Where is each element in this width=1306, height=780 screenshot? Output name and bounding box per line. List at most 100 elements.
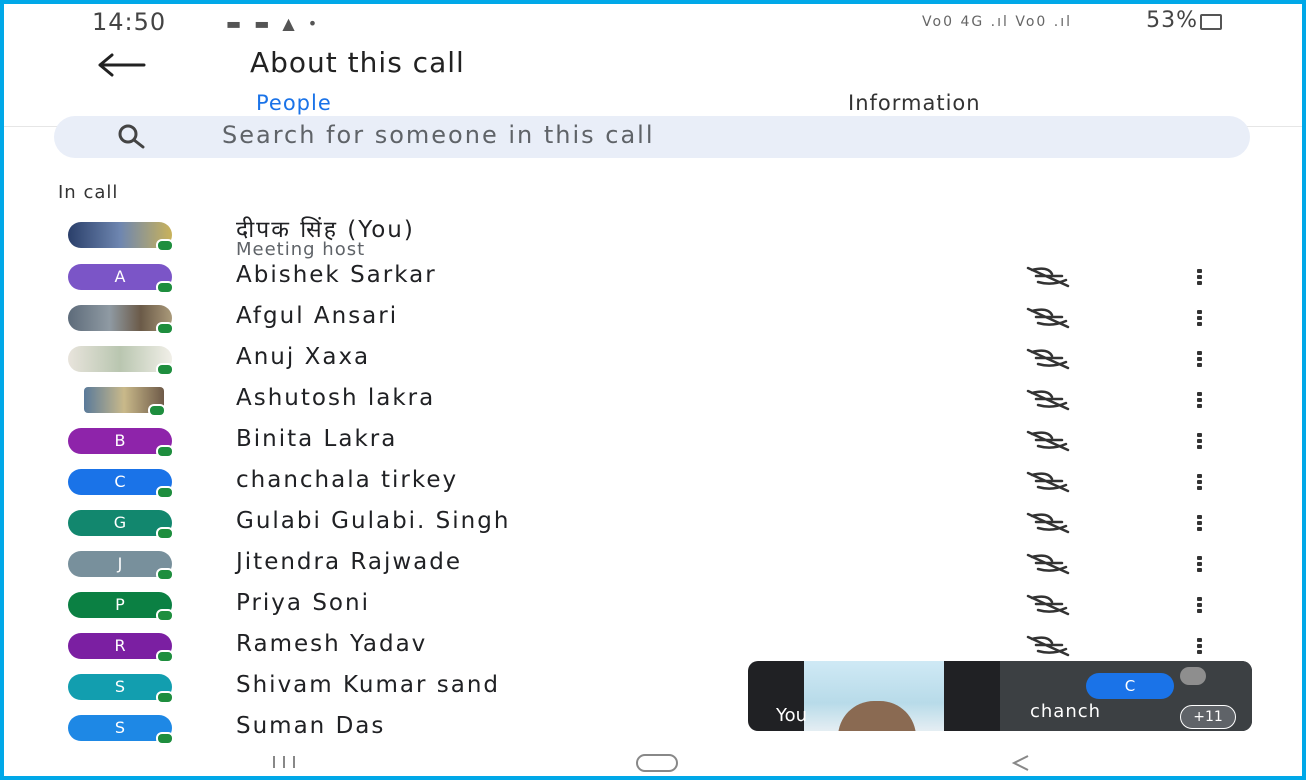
self-video-tile [804, 661, 944, 731]
avatar: G [68, 510, 174, 540]
online-indicator [156, 486, 174, 499]
mic-muted-icon[interactable] [1018, 635, 1078, 657]
online-indicator [156, 650, 174, 663]
avatar [68, 305, 174, 335]
avatar: R [68, 633, 174, 663]
avatar-initial: J [117, 554, 123, 573]
online-indicator [148, 404, 166, 417]
avatar [68, 222, 174, 252]
participant-row[interactable]: C chanchala tirkey [4, 461, 1302, 502]
avatar: C [68, 469, 174, 499]
participant-row[interactable]: R Ramesh Yadav [4, 625, 1302, 666]
avatar [68, 346, 174, 376]
mic-muted-icon[interactable] [1018, 266, 1078, 288]
participant-name: Abishek Sarkar [236, 262, 437, 288]
more-options-icon[interactable] [1194, 349, 1204, 369]
back-nav-icon[interactable] [1008, 752, 1034, 774]
system-nav-bar [4, 750, 1302, 776]
avatar-initial: S [114, 718, 126, 737]
tab-people[interactable]: People [256, 91, 332, 115]
notification-icons: ▬ ▬ ▲ • [226, 14, 322, 33]
page-title: About this call [250, 46, 465, 79]
avatar-initial: R [114, 636, 126, 655]
mic-muted-icon[interactable] [1018, 471, 1078, 493]
more-options-icon[interactable] [1194, 308, 1204, 328]
phone-screen: 14:50 ▬ ▬ ▲ • Vo0 4G .ıl Vo0 .ıl 53% Abo… [4, 4, 1302, 776]
participant-name: Suman Das [236, 713, 386, 739]
online-indicator [156, 691, 174, 704]
online-indicator [156, 445, 174, 458]
more-options-icon[interactable] [1194, 390, 1204, 410]
avatar-initial: A [114, 267, 126, 286]
mic-muted-icon[interactable] [1018, 430, 1078, 452]
more-options-icon[interactable] [1194, 431, 1204, 451]
online-indicator [156, 732, 174, 745]
avatar-initial: B [114, 431, 126, 450]
participant-name: chanchala tirkey [236, 467, 459, 493]
online-indicator [156, 281, 174, 294]
avatar: P [68, 592, 174, 622]
battery-percent: 53% [1146, 8, 1198, 33]
participant-name: Gulabi Gulabi. Singh [236, 508, 511, 534]
online-indicator [156, 239, 174, 252]
more-options-icon[interactable] [1194, 636, 1204, 656]
more-options-icon[interactable] [1194, 513, 1204, 533]
tab-information[interactable]: Information [848, 91, 981, 115]
avatar: C [1086, 673, 1174, 699]
avatar: S [68, 715, 174, 745]
search-input[interactable]: Search for someone in this call [54, 116, 1250, 158]
status-time: 14:50 [92, 8, 167, 36]
more-options-icon[interactable] [1194, 267, 1204, 287]
participant-row[interactable]: G Gulabi Gulabi. Singh [4, 502, 1302, 543]
participant-name: Ashutosh lakra [236, 385, 436, 411]
avatar: A [68, 264, 174, 294]
participant-row[interactable]: Anuj Xaxa [4, 338, 1302, 379]
mic-muted-icon[interactable] [1018, 512, 1078, 534]
online-indicator [156, 527, 174, 540]
mic-muted-icon[interactable] [1018, 389, 1078, 411]
participant-row[interactable]: J Jitendra Rajwade [4, 543, 1302, 584]
avatar-initial: C [114, 472, 126, 491]
search-placeholder: Search for someone in this call [222, 121, 655, 149]
participant-video-tile: C chanch +11 [1000, 661, 1252, 731]
signal-icon: Vo0 4G .ıl Vo0 .ıl [922, 14, 1072, 30]
participant-row[interactable]: P Priya Soni [4, 584, 1302, 625]
avatar-initial: P [115, 595, 125, 614]
participant-name: Shivam Kumar sand [236, 672, 501, 698]
self-video-label: You [776, 705, 808, 726]
online-indicator [156, 609, 174, 622]
more-options-icon[interactable] [1194, 472, 1204, 492]
overflow-count-badge[interactable]: +11 [1180, 705, 1236, 729]
mic-muted-icon [1180, 667, 1206, 685]
participant-name: Afgul Ansari [236, 303, 399, 329]
participant-row-self[interactable]: दीपक सिंह (You) Meeting host [4, 210, 1302, 260]
more-options-icon[interactable] [1194, 595, 1204, 615]
participant-row[interactable]: Afgul Ansari [4, 297, 1302, 338]
participant-video-name: chanch [1030, 701, 1102, 722]
participant-row[interactable]: Ashutosh lakra [4, 379, 1302, 420]
more-options-icon[interactable] [1194, 554, 1204, 574]
online-indicator [156, 363, 174, 376]
battery-icon [1200, 14, 1222, 30]
participant-name: Ramesh Yadav [236, 631, 428, 657]
participant-name: Priya Soni [236, 590, 370, 616]
self-video-face [838, 701, 916, 731]
participant-name: Jitendra Rajwade [236, 549, 462, 575]
home-icon[interactable] [634, 752, 680, 774]
section-label-in-call: In call [58, 182, 119, 203]
recent-apps-icon[interactable] [270, 752, 300, 772]
mic-muted-icon[interactable] [1018, 594, 1078, 616]
online-indicator [156, 322, 174, 335]
avatar: S [68, 674, 174, 704]
mic-muted-icon[interactable] [1018, 307, 1078, 329]
search-icon [118, 124, 145, 149]
avatar [84, 387, 166, 417]
picture-in-picture-video[interactable]: You C chanch +11 [748, 661, 1252, 731]
back-arrow-icon[interactable] [94, 48, 148, 82]
participant-row[interactable]: A Abishek Sarkar [4, 256, 1302, 297]
mic-muted-icon[interactable] [1018, 553, 1078, 575]
avatar-initial: G [113, 513, 127, 532]
participant-name: Binita Lakra [236, 426, 398, 452]
participant-row[interactable]: B Binita Lakra [4, 420, 1302, 461]
mic-muted-icon[interactable] [1018, 348, 1078, 370]
